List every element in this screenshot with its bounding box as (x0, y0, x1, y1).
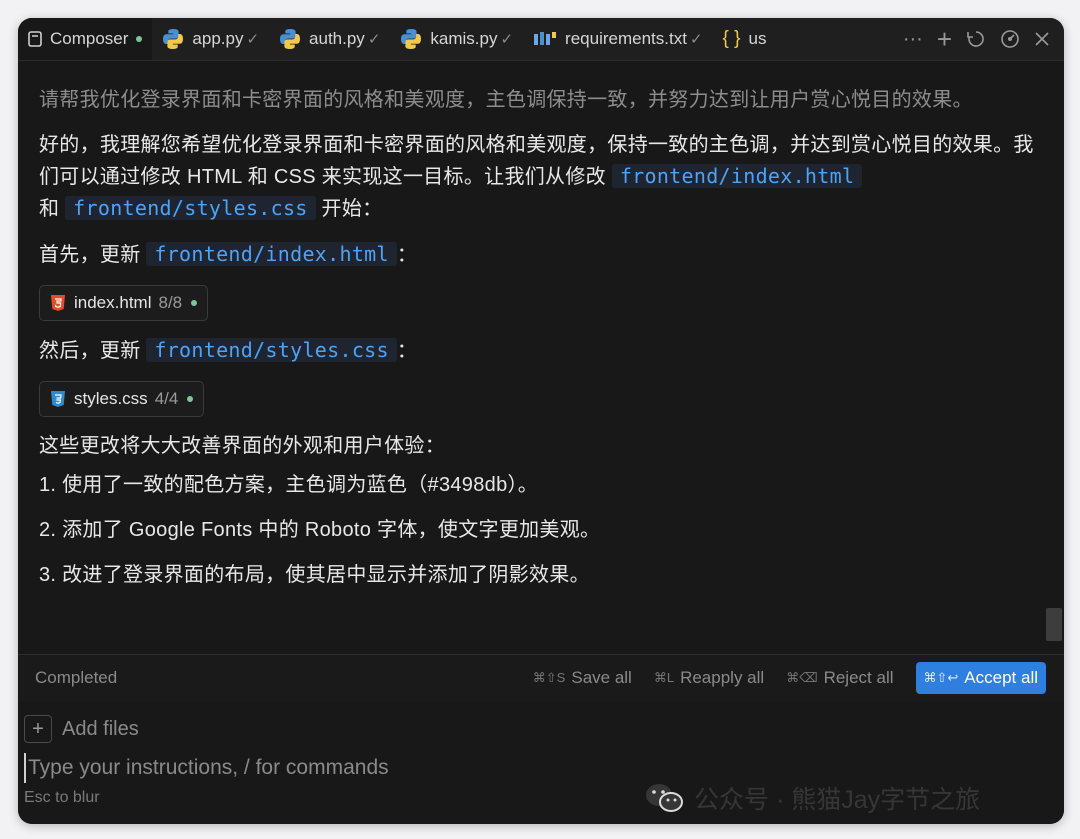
status-dot (191, 300, 198, 306)
code-ref-index-html[interactable]: frontend/index.html (146, 242, 397, 266)
check-icon: ✓ (367, 31, 381, 48)
more-icon[interactable]: ··· (903, 28, 923, 51)
reply-text: 和 (39, 198, 60, 220)
tab-us[interactable]: { } us (713, 18, 777, 60)
accept-all-button[interactable]: ⌘⇧↩ Accept all (915, 662, 1046, 694)
tab-composer[interactable]: Composer (18, 18, 153, 60)
add-files-button[interactable]: + Add files (24, 715, 139, 743)
watermark-text: 公众号 · 熊猫Jay字节之旅 (694, 786, 981, 814)
tab-label: auth.py (309, 29, 365, 48)
requirements-icon (533, 31, 557, 47)
status-dot (187, 396, 194, 402)
step-first: 首先，更新 frontend/index.html： (39, 239, 1042, 271)
tab-label: app.py (192, 29, 244, 48)
tab-kamis-py[interactable]: kamis.py ✓ (390, 18, 523, 60)
composer-window: Composer app.py ✓ auth.py ✓ kamis.py ✓ r… (18, 18, 1064, 824)
tab-label: Composer (50, 29, 129, 48)
list-item: 1. 使用了一致的配色方案，主色调为蓝色（#3498db）。 (39, 474, 539, 496)
save-all-button[interactable]: ⌘⇧S Save all (533, 668, 632, 688)
reapply-all-button[interactable]: ⌘L Reapply all (654, 668, 764, 688)
tab-app-py[interactable]: app.py ✓ (152, 18, 269, 60)
tab-label: us (748, 29, 767, 48)
file-chip-index-html[interactable]: index.html 8/8 (39, 285, 209, 321)
user-message: 请帮我优化登录界面和卡密界面的风格和美观度，主色调保持一致，并努力达到让用户赏心… (39, 89, 973, 111)
step-then: 然后，更新 frontend/styles.css： (39, 335, 1042, 367)
history-icon[interactable] (966, 29, 986, 49)
status-bar: Completed ⌘⇧S Save all ⌘L Reapply all ⌘⌫… (18, 654, 1064, 702)
css3-icon (50, 390, 66, 408)
shortcut-hint: ⌘⌫ (786, 670, 818, 685)
shortcut-hint: ⌘⇧↩ (923, 670, 959, 685)
conversation: 请帮我优化登录界面和卡密界面的风格和美观度，主色调保持一致，并努力达到让用户赏心… (18, 61, 1064, 651)
python-icon (279, 28, 301, 50)
check-icon: ✓ (246, 31, 260, 48)
braces-icon: { } (722, 28, 741, 49)
add-files-label: Add files (62, 717, 139, 740)
code-ref-styles-css[interactable]: frontend/styles.css (146, 338, 397, 362)
check-icon: ✓ (689, 31, 703, 48)
tab-bar: Composer app.py ✓ auth.py ✓ kamis.py ✓ r… (18, 18, 1064, 61)
tab-label: kamis.py (430, 29, 498, 48)
html5-icon (50, 294, 66, 312)
close-icon[interactable] (1034, 31, 1050, 47)
add-icon[interactable]: + (937, 24, 952, 55)
reply-text: 开始： (321, 198, 383, 220)
button-label: Reapply all (680, 668, 765, 687)
list-item: 3. 改进了登录界面的布局，使其居中显示并添加了阴影效果。 (39, 564, 590, 586)
button-label: Save all (571, 668, 632, 687)
blur-hint: Esc to blur (24, 789, 100, 806)
button-label: Accept all (964, 668, 1038, 687)
step-label: 然后，更新 (39, 340, 141, 362)
instruction-input[interactable] (24, 753, 590, 783)
assistant-paragraph: 好的，我理解您希望优化登录界面和卡密界面的风格和美观度，保持一致的主色调，并达到… (39, 130, 1042, 225)
gauge-icon[interactable] (1000, 29, 1020, 49)
plus-icon: + (24, 715, 52, 743)
code-ref-styles-css[interactable]: frontend/styles.css (65, 196, 316, 220)
chip-count: 4/4 (154, 389, 179, 408)
reject-all-button[interactable]: ⌘⌫ Reject all (786, 668, 893, 688)
button-label: Reject all (823, 668, 894, 687)
step-label: 首先，更新 (39, 244, 141, 266)
file-chip-styles-css[interactable]: styles.css 4/4 (39, 381, 205, 417)
reply-text: 好的，我理解您希望优化登录界面和卡密界面的风格和美观度，保持一致的主色调，并达到… (39, 134, 1034, 188)
scrollbar-thumb[interactable] (1046, 608, 1062, 641)
tab-actions: ··· + (903, 24, 1064, 55)
chip-filename: styles.css (74, 389, 148, 408)
shortcut-hint: ⌘L (653, 670, 675, 685)
tab-label: requirements.txt (565, 29, 687, 48)
status-text: Completed (35, 668, 118, 687)
list-item: 2. 添加了 Google Fonts 中的 Roboto 字体，使文字更加美观… (39, 519, 601, 541)
tab-requirements-txt[interactable]: requirements.txt ✓ (523, 18, 712, 60)
check-icon: ✓ (500, 31, 514, 48)
unsaved-dot (136, 36, 143, 42)
step-tail: ： (396, 340, 418, 362)
action-group: ⌘⇧S Save all ⌘L Reapply all ⌘⌫ Reject al… (533, 662, 1046, 694)
python-icon (400, 28, 422, 50)
tab-auth-py[interactable]: auth.py ✓ (269, 18, 390, 60)
summary-text: 这些更改将大大改善界面的外观和用户体验： (39, 435, 445, 457)
python-icon (162, 28, 184, 50)
document-icon (28, 31, 42, 47)
chip-count: 8/8 (158, 293, 183, 312)
step-tail: ： (396, 244, 418, 266)
shortcut-hint: ⌘⇧S (532, 670, 566, 685)
code-ref-index-html[interactable]: frontend/index.html (611, 164, 863, 188)
watermark: 公众号 · 熊猫Jay字节之旅 (644, 780, 980, 816)
wechat-icon (646, 784, 683, 812)
chip-filename: index.html (74, 293, 152, 312)
